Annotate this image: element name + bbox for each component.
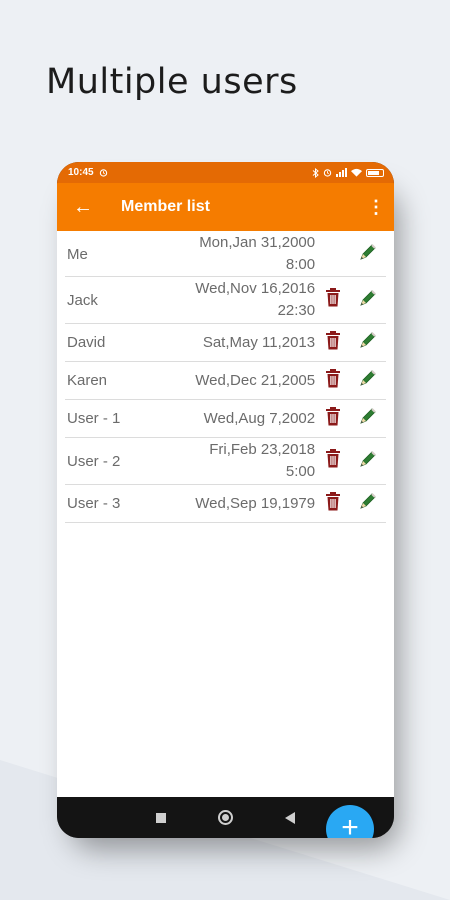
member-birthdate: Wed,Sep 19,1979 xyxy=(165,493,315,515)
birthdate-date: Fri,Feb 23,2018 xyxy=(209,441,316,458)
member-name: Jack xyxy=(67,291,98,309)
member-name: David xyxy=(67,334,106,351)
birthdate-date: Wed,Aug 7,2002 xyxy=(203,409,316,427)
edit-member-button[interactable] xyxy=(351,406,386,431)
delete-member-button[interactable] xyxy=(315,406,350,431)
member-birthdate: Sat,May 11,2013 xyxy=(165,332,315,354)
pencil-icon xyxy=(358,242,378,267)
birthdate-time: 22:30 xyxy=(277,302,316,319)
member-name: Me xyxy=(67,245,88,263)
recents-button[interactable] xyxy=(156,812,166,823)
status-right xyxy=(312,167,384,178)
birthdate-time: 8:00 xyxy=(285,256,316,273)
birthdate-date: Mon,Jan 31,2000 xyxy=(199,234,316,251)
more-vert-icon: ⋮ xyxy=(367,196,385,217)
page-title: Member list xyxy=(121,198,210,215)
birthdate-time: 5:00 xyxy=(285,463,316,480)
member-name: User - 2 xyxy=(67,452,121,470)
bluetooth-icon xyxy=(312,167,319,178)
trash-icon xyxy=(325,449,341,473)
member-row[interactable]: Jack Wed,Nov 16,2016 22:30 xyxy=(65,277,386,324)
pencil-icon xyxy=(358,330,378,355)
alarm-icon xyxy=(99,169,107,177)
edit-member-button[interactable] xyxy=(351,449,386,474)
member-birthdate: Wed,Aug 7,2002 xyxy=(165,408,315,430)
birthdate-date: Wed,Nov 16,2016 xyxy=(195,280,316,297)
app-bar: ← Member list ⋮ xyxy=(57,183,394,231)
pencil-icon xyxy=(358,449,378,474)
member-row[interactable]: User - 3 Wed,Sep 19,1979 xyxy=(65,485,386,523)
trash-icon xyxy=(325,330,341,355)
back-button[interactable]: ← xyxy=(59,196,107,219)
member-name: User - 3 xyxy=(67,495,121,512)
delete-member-button[interactable] xyxy=(315,449,350,473)
plus-icon: + xyxy=(341,811,359,838)
delete-member-button[interactable] xyxy=(315,368,350,393)
delete-member-button[interactable] xyxy=(315,491,350,516)
member-birthdate: Wed,Dec 21,2005 xyxy=(165,370,315,392)
edit-member-button[interactable] xyxy=(351,242,386,267)
nav-back-button[interactable] xyxy=(285,811,295,824)
pencil-icon xyxy=(358,368,378,393)
trash-icon xyxy=(325,491,341,516)
member-birthdate: Mon,Jan 31,2000 8:00 xyxy=(165,232,315,276)
member-name: Karen xyxy=(67,372,108,389)
member-list-screen: Me Mon,Jan 31,2000 8:00 Jack Wed,Nov 16,2016… xyxy=(57,231,394,838)
headline: Multiple users xyxy=(46,62,298,102)
pencil-icon xyxy=(358,288,378,313)
birthdate-date: Wed,Sep 19,1979 xyxy=(195,494,316,512)
birthdate-date: Sat,May 11,2013 xyxy=(202,333,316,351)
status-left: 10:45 xyxy=(68,167,108,178)
phone-frame: 10:45 ← Member list ⋮ Me Mon,Jan 31,2000… xyxy=(57,162,394,838)
member-row[interactable]: User - 1 Wed,Aug 7,2002 xyxy=(65,400,386,438)
trash-icon xyxy=(325,288,341,312)
member-row[interactable]: User - 2 Fri,Feb 23,2018 5:00 xyxy=(65,438,386,485)
delete-member-button[interactable] xyxy=(315,330,350,355)
overflow-menu-button[interactable]: ⋮ xyxy=(358,197,394,218)
edit-member-button[interactable] xyxy=(351,288,386,313)
member-birthdate: Fri,Feb 23,2018 5:00 xyxy=(165,439,315,483)
birthdate-date: Wed,Dec 21,2005 xyxy=(195,371,316,389)
edit-member-button[interactable] xyxy=(351,330,386,355)
member-row[interactable]: Me Mon,Jan 31,2000 8:00 xyxy=(65,232,386,277)
delete-member-button[interactable] xyxy=(315,288,350,312)
member-list: Me Mon,Jan 31,2000 8:00 Jack Wed,Nov 16,2016… xyxy=(57,231,394,523)
battery-icon xyxy=(366,168,384,177)
pencil-icon xyxy=(358,406,378,431)
status-bar: 10:45 xyxy=(57,162,394,183)
home-button[interactable] xyxy=(218,810,233,825)
trash-icon xyxy=(325,368,341,393)
member-row[interactable]: David Sat,May 11,2013 xyxy=(65,324,386,362)
member-row[interactable]: Karen Wed,Dec 21,2005 xyxy=(65,362,386,400)
status-time: 10:45 xyxy=(68,167,94,178)
member-birthdate: Wed,Nov 16,2016 22:30 xyxy=(165,278,315,322)
signal-icon xyxy=(336,168,347,177)
edit-member-button[interactable] xyxy=(351,368,386,393)
alarm-icon xyxy=(323,169,332,177)
arrow-back-icon: ← xyxy=(73,195,93,218)
pencil-icon xyxy=(358,491,378,516)
trash-icon xyxy=(325,406,341,431)
edit-member-button[interactable] xyxy=(351,491,386,516)
wifi-icon xyxy=(351,168,362,177)
member-name: User - 1 xyxy=(67,410,121,427)
